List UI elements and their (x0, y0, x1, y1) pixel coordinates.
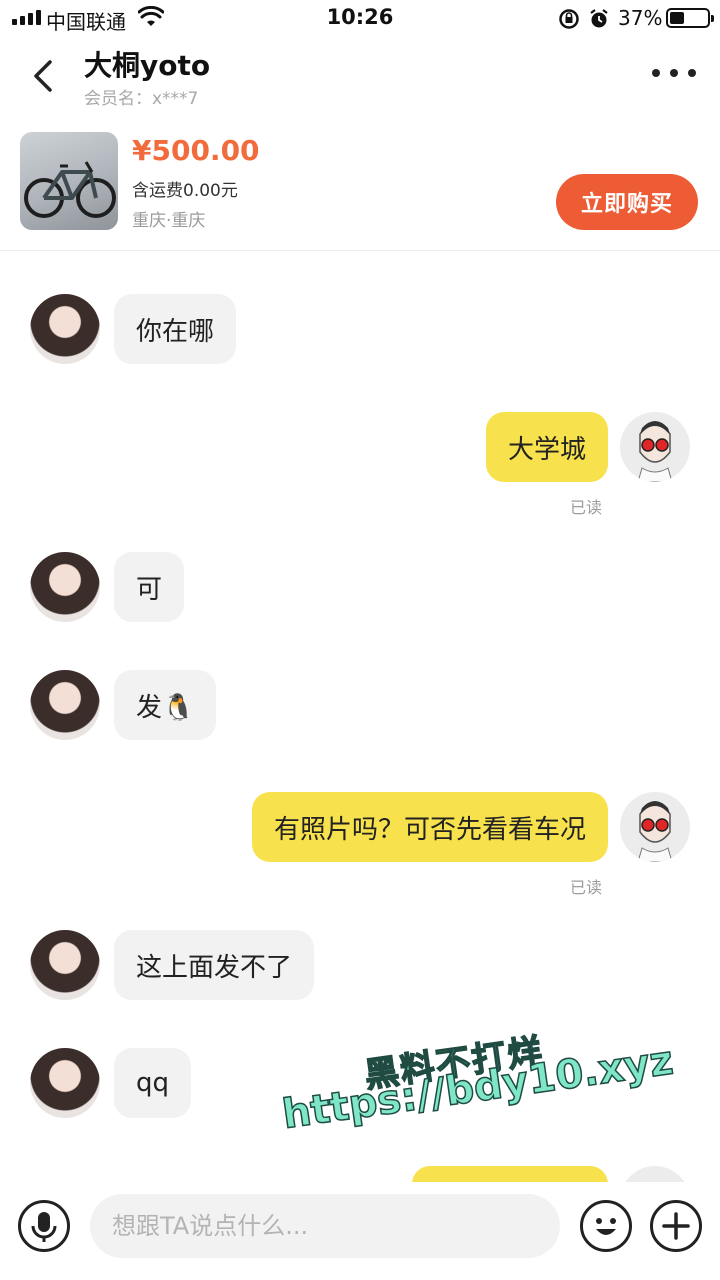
header-divider (0, 250, 720, 251)
status-time: 10:26 (326, 5, 394, 29)
my-avatar[interactable] (620, 792, 690, 862)
seller-avatar[interactable] (30, 294, 100, 364)
seller-avatar[interactable] (30, 552, 100, 622)
product-price: ¥500.00 (132, 134, 260, 167)
more-icon[interactable] (652, 62, 696, 84)
message-bubble: 你在哪 (114, 294, 237, 364)
back-icon[interactable] (28, 56, 60, 96)
lock-rotation-icon (559, 9, 579, 29)
mic-icon[interactable] (18, 1200, 70, 1252)
read-status: 已读 (570, 498, 603, 517)
chat-title: 大桐yoto (84, 49, 211, 82)
seller-avatar[interactable] (30, 670, 100, 740)
plus-icon[interactable] (650, 1200, 702, 1252)
battery-icon (666, 8, 714, 28)
message-bubble: 这上面发不了 (114, 930, 315, 1000)
buy-now-button[interactable]: 立即购买 (556, 174, 698, 230)
message-bubble: 大学城 (485, 412, 608, 482)
seller-avatar[interactable] (30, 1048, 100, 1118)
product-shipping: 含运费0.00元 (132, 181, 238, 201)
input-bar (0, 1182, 720, 1280)
battery-percent: 37% (618, 6, 663, 30)
status-bar: 中国联通 10:26 37% (0, 0, 720, 36)
emoji-icon[interactable] (580, 1200, 632, 1252)
message-bubble: 发🐧 (114, 670, 217, 740)
message-input[interactable] (90, 1194, 560, 1258)
message-bubble: 有照片吗？可否先看看车况 (251, 792, 608, 862)
read-status: 已读 (570, 878, 603, 897)
member-name: 会员名：x***7 (84, 89, 199, 109)
product-thumbnail[interactable] (20, 132, 118, 230)
message-bubble: 可 (114, 552, 185, 622)
my-avatar[interactable] (620, 412, 690, 482)
seller-avatar[interactable] (30, 930, 100, 1000)
message-bubble: qq (114, 1048, 192, 1118)
alarm-icon (590, 9, 608, 28)
product-location: 重庆·重庆 (132, 211, 206, 231)
